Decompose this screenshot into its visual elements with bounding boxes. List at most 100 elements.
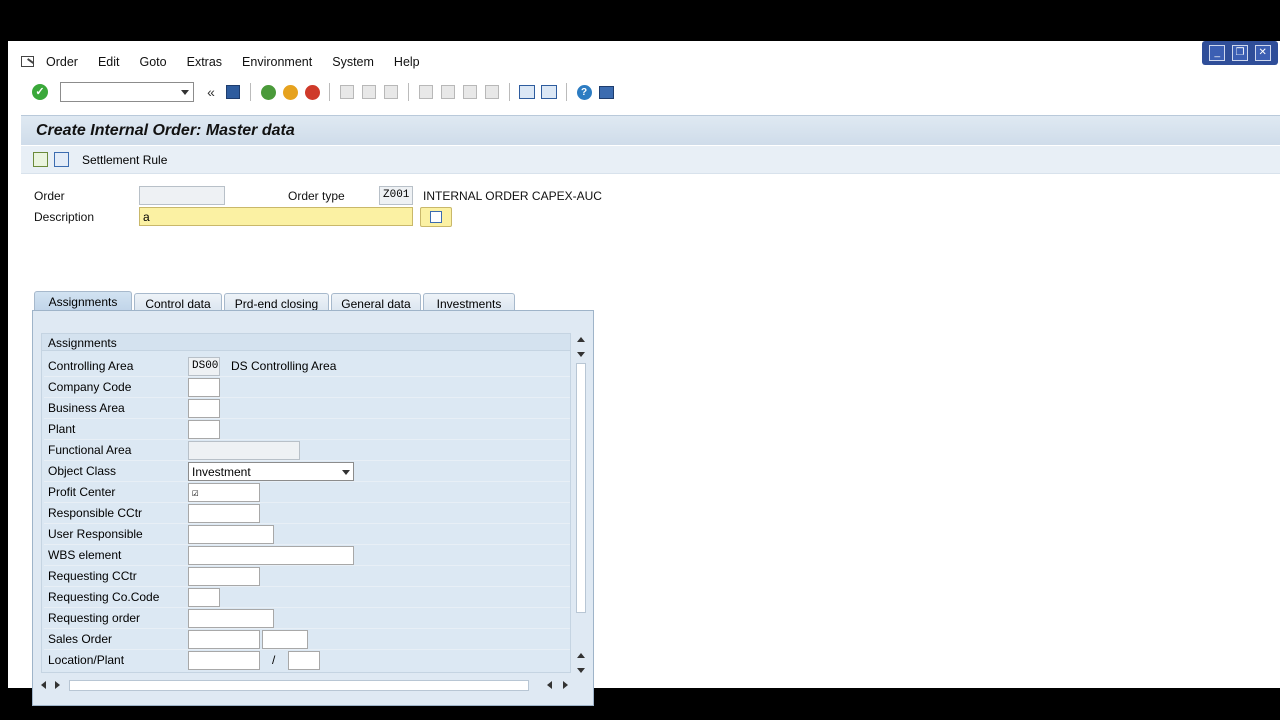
row-responsible-cctr: Responsible CCtr xyxy=(42,503,570,524)
toolbar-separator xyxy=(408,83,409,101)
horizontal-scrollbar[interactable] xyxy=(39,677,579,693)
requesting-cctr-field[interactable] xyxy=(188,567,260,586)
minimize-button[interactable]: _ xyxy=(1209,45,1226,61)
row-functional-area: Functional Area xyxy=(42,440,570,461)
scroll-up-icon[interactable] xyxy=(577,337,585,342)
object-class-select[interactable]: Investment xyxy=(188,462,354,481)
menu-extras[interactable]: Extras xyxy=(187,55,222,69)
business-area-field[interactable] xyxy=(188,399,220,418)
sales-order-label: Sales Order xyxy=(48,632,113,646)
responsible-cctr-field[interactable] xyxy=(188,504,260,523)
description-field[interactable]: a xyxy=(139,207,413,226)
chevron-down-icon[interactable] xyxy=(342,470,350,475)
menu-bar: Order Edit Goto Extras Environment Syste… xyxy=(8,49,1198,75)
menu-system[interactable]: System xyxy=(332,55,374,69)
row-user-responsible: User Responsible xyxy=(42,524,570,545)
first-page-icon[interactable] xyxy=(419,85,433,99)
menu-environment[interactable]: Environment xyxy=(242,55,312,69)
requesting-order-field[interactable] xyxy=(188,609,274,628)
scroll-right-icon[interactable] xyxy=(563,681,568,689)
row-controlling-area: Controlling Area DS00 DS Controlling Are… xyxy=(42,356,570,377)
menu-edit[interactable]: Edit xyxy=(98,55,120,69)
back-icon[interactable]: « xyxy=(202,83,220,101)
find-next-icon[interactable] xyxy=(384,85,398,99)
long-text-button[interactable] xyxy=(420,207,452,227)
row-requesting-co-code: Requesting Co.Code xyxy=(42,587,570,608)
find-button[interactable] xyxy=(360,83,378,101)
requesting-co-code-label: Requesting Co.Code xyxy=(48,590,160,604)
settlement-rule-button[interactable]: Settlement Rule xyxy=(82,153,167,167)
scroll-left-icon[interactable] xyxy=(547,681,552,689)
enter-icon[interactable]: ✓ xyxy=(32,84,48,100)
user-responsible-field[interactable] xyxy=(188,525,274,544)
find-icon[interactable] xyxy=(362,85,376,99)
prev-page-icon[interactable] xyxy=(441,85,455,99)
requesting-co-code-field[interactable] xyxy=(188,588,220,607)
shortcut-icon[interactable] xyxy=(541,85,557,99)
toolbar-separator xyxy=(566,83,567,101)
edit-icon[interactable] xyxy=(54,152,69,167)
layout-icon[interactable] xyxy=(598,85,614,99)
scroll-left-icon[interactable] xyxy=(41,681,46,689)
back-nav-button[interactable] xyxy=(259,83,277,101)
edit-text-icon xyxy=(430,211,442,223)
standard-toolbar: ✓ « ? xyxy=(8,79,1280,105)
new-session-icon[interactable] xyxy=(519,85,535,99)
print-icon[interactable] xyxy=(340,85,354,99)
profit-center-field[interactable]: ☑ xyxy=(188,483,260,502)
location-field[interactable] xyxy=(188,651,260,670)
scroll-down-icon[interactable] xyxy=(577,352,585,357)
functional-area-field xyxy=(188,441,300,460)
wbs-element-field[interactable] xyxy=(188,546,354,565)
profit-center-label: Profit Center xyxy=(48,485,116,499)
menu-order[interactable]: Order xyxy=(46,55,78,69)
find-next-button[interactable] xyxy=(382,83,400,101)
next-page-icon[interactable] xyxy=(463,85,477,99)
close-button[interactable]: ✕ xyxy=(1254,45,1271,61)
application-toolbar: Settlement Rule xyxy=(21,146,1280,174)
last-page-icon[interactable] xyxy=(485,85,499,99)
scroll-track[interactable] xyxy=(576,363,586,613)
display-icon[interactable] xyxy=(33,152,48,167)
new-session-button[interactable] xyxy=(518,83,536,101)
company-code-label: Company Code xyxy=(48,380,132,394)
save-icon-wrap[interactable] xyxy=(224,83,242,101)
plant-label: Plant xyxy=(48,422,76,436)
command-field[interactable] xyxy=(60,82,194,102)
help-button[interactable]: ? xyxy=(575,83,593,101)
menu-help[interactable]: Help xyxy=(394,55,420,69)
exit-button[interactable] xyxy=(281,83,299,101)
cancel-icon[interactable] xyxy=(304,84,320,100)
scroll-right-icon[interactable] xyxy=(55,681,60,689)
location-plant-field[interactable] xyxy=(288,651,320,670)
next-page-button[interactable] xyxy=(461,83,479,101)
help-icon[interactable]: ? xyxy=(576,84,592,100)
scroll-up-icon[interactable] xyxy=(577,653,585,658)
scroll-track[interactable] xyxy=(69,680,529,691)
company-code-field[interactable] xyxy=(188,378,220,397)
menu-goto[interactable]: Goto xyxy=(140,55,167,69)
plant-field[interactable] xyxy=(188,420,220,439)
vertical-scrollbar[interactable] xyxy=(574,333,588,673)
cancel-button[interactable] xyxy=(303,83,321,101)
functional-area-label: Functional Area xyxy=(48,443,132,457)
row-object-class: Object Class Investment xyxy=(42,461,570,482)
order-type-label: Order type xyxy=(288,189,345,203)
system-menu-icon[interactable] xyxy=(20,54,40,70)
layout-button[interactable] xyxy=(597,83,615,101)
prev-page-button[interactable] xyxy=(439,83,457,101)
assignments-group: Assignments Controlling Area DS00 DS Con… xyxy=(41,333,571,673)
sales-order-field[interactable] xyxy=(188,630,260,649)
back-nav-icon[interactable] xyxy=(260,84,276,100)
chevron-down-icon[interactable] xyxy=(181,90,189,95)
shortcut-button[interactable] xyxy=(540,83,558,101)
exit-icon[interactable] xyxy=(282,84,298,100)
title-bar: Create Internal Order: Master data xyxy=(21,115,1280,145)
save-icon[interactable] xyxy=(226,85,240,99)
last-page-button[interactable] xyxy=(483,83,501,101)
print-button[interactable] xyxy=(338,83,356,101)
sales-order-item-field[interactable] xyxy=(262,630,308,649)
restore-button[interactable]: ❐ xyxy=(1231,45,1248,61)
first-page-button[interactable] xyxy=(417,83,435,101)
scroll-down-icon[interactable] xyxy=(577,668,585,673)
